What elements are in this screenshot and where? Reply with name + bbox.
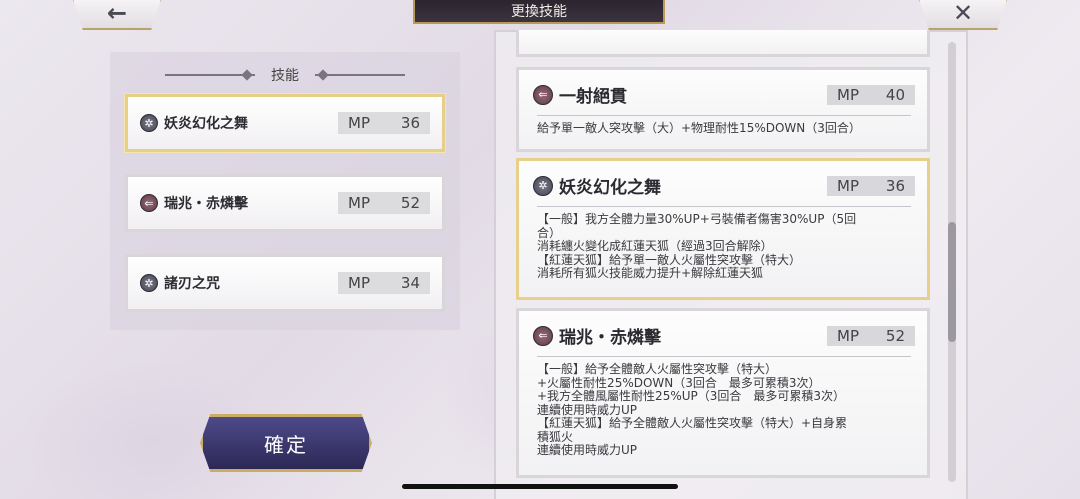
close-icon: ✕ [952,0,974,27]
skill-card[interactable]: ⇐ 瑞兆・赤燐擊 MP 52 【一般】給予全體敵人火屬性突攻擊（特大） +火屬性… [516,308,930,478]
mp-label: MP [348,194,370,212]
skill-slot-2[interactable]: ⇐ 瑞兆・赤燐擊 MP 52 [125,174,445,232]
panel-header: 技能 [110,66,460,84]
mp-value: 40 [885,85,905,104]
panel-title: 技能 [271,68,299,84]
mp-cost: MP 36 [827,175,915,196]
scroll-thumb[interactable] [948,222,956,342]
skill-name: 瑞兆・赤燐擊 [164,196,248,212]
skill-slot-1[interactable]: ✲ 妖炎幻化之舞 MP 36 [125,94,445,152]
skill-description: 【一般】我方全體力量30%UP+弓裝備者傷害30%UP（5回 合） 消耗纏火變化… [537,206,911,281]
back-arrow-icon: ← [106,0,128,27]
equipped-skills-panel: 技能 ✲ 妖炎幻化之舞 MP 36 ⇐ 瑞兆・赤燐擊 MP 52 ✲ 諸刃之咒 … [110,52,460,330]
mp-label: MP [348,114,370,132]
arrow-skill-icon: ⇐ [533,84,553,105]
skill-name: 一射絕貫 [559,87,627,107]
header-ornament [165,74,255,76]
mp-label: MP [348,274,370,292]
skill-description: 給予單一敵人突攻擊（大）+物理耐性15%DOWN（3回合） [537,115,911,136]
magic-skill-icon: ✲ [140,114,158,132]
magic-skill-icon: ✲ [533,175,553,196]
arrow-skill-icon: ⇐ [140,194,158,212]
arrow-skill-icon: ⇐ [533,325,553,346]
mp-label: MP [837,326,859,345]
home-indicator[interactable] [402,484,678,489]
mp-cost: MP 34 [338,272,430,294]
skill-name: 妖炎幻化之舞 [559,178,661,198]
mp-label: MP [837,85,859,104]
skill-card[interactable]: ⇐ 一射絕貫 MP 40 給予單一敵人突攻擊（大）+物理耐性15%DOWN（3回… [516,67,930,152]
page-title: 更換技能 [413,0,665,24]
skill-name: 諸刃之咒 [164,276,220,292]
skill-slot-3[interactable]: ✲ 諸刃之咒 MP 34 [125,254,445,312]
skill-name: 妖炎幻化之舞 [164,116,248,132]
mp-value: 52 [885,326,905,345]
confirm-button[interactable]: 確定 [200,414,372,472]
mp-value: 36 [885,176,905,195]
magic-skill-icon: ✲ [140,274,158,292]
mp-cost: MP 52 [827,325,915,346]
close-button[interactable]: ✕ [918,0,1008,30]
mp-cost: MP 36 [338,112,430,134]
back-button[interactable]: ← [72,0,162,30]
header-ornament [315,74,405,76]
mp-value: 36 [400,114,420,132]
skill-card-partial[interactable] [516,30,930,57]
skill-description: 【一般】給予全體敵人火屬性突攻擊（特大） +火屬性耐性25%DOWN（3回合 最… [537,356,911,458]
mp-cost: MP 52 [338,192,430,214]
scrollbar[interactable] [948,42,956,482]
mp-cost: MP 40 [827,84,915,105]
mp-label: MP [837,176,859,195]
skill-name: 瑞兆・赤燐擊 [559,328,661,348]
mp-value: 34 [400,274,420,292]
mp-value: 52 [400,194,420,212]
skill-card-selected[interactable]: ✲ 妖炎幻化之舞 MP 36 【一般】我方全體力量30%UP+弓裝備者傷害30%… [516,158,930,300]
